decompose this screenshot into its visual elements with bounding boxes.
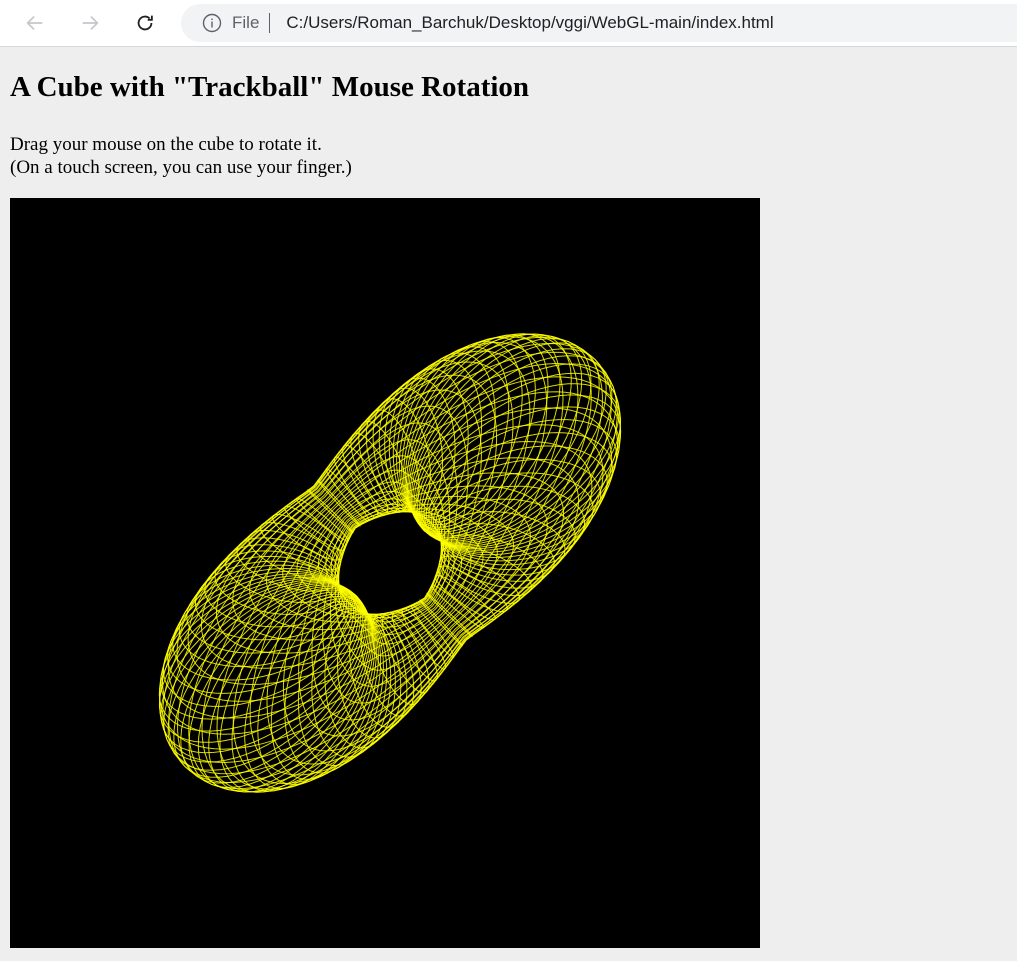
- wire-line: [159, 333, 592, 764]
- forward-button[interactable]: [73, 6, 107, 40]
- webgl-canvas[interactable]: [10, 198, 760, 948]
- instructions: Drag your mouse on the cube to rotate it…: [10, 133, 352, 179]
- scheme-label: File: [232, 13, 260, 32]
- arrow-right-icon: [82, 15, 99, 31]
- instruction-line-2: (On a touch screen, you can use your fin…: [10, 157, 352, 178]
- page-title: A Cube with "Trackball" Mouse Rotation: [10, 71, 530, 103]
- address-separator: [269, 13, 271, 33]
- reload-icon: [137, 15, 153, 31]
- info-icon[interactable]: [202, 13, 222, 33]
- wireframe-surface: [10, 198, 760, 948]
- arrow-left-icon: [26, 15, 43, 31]
- address-bar[interactable]: File C:/Users/Roman_Barchuk/Desktop/vggi…: [181, 4, 1017, 42]
- url-text[interactable]: C:/Users/Roman_Barchuk/Desktop/vggi/WebG…: [286, 13, 773, 33]
- reload-button[interactable]: [128, 6, 162, 40]
- instruction-line-1: Drag your mouse on the cube to rotate it…: [10, 134, 322, 155]
- back-button[interactable]: [18, 6, 52, 40]
- wire-line: [188, 362, 621, 793]
- browser-toolbar: File C:/Users/Roman_Barchuk/Desktop/vggi…: [0, 0, 1017, 47]
